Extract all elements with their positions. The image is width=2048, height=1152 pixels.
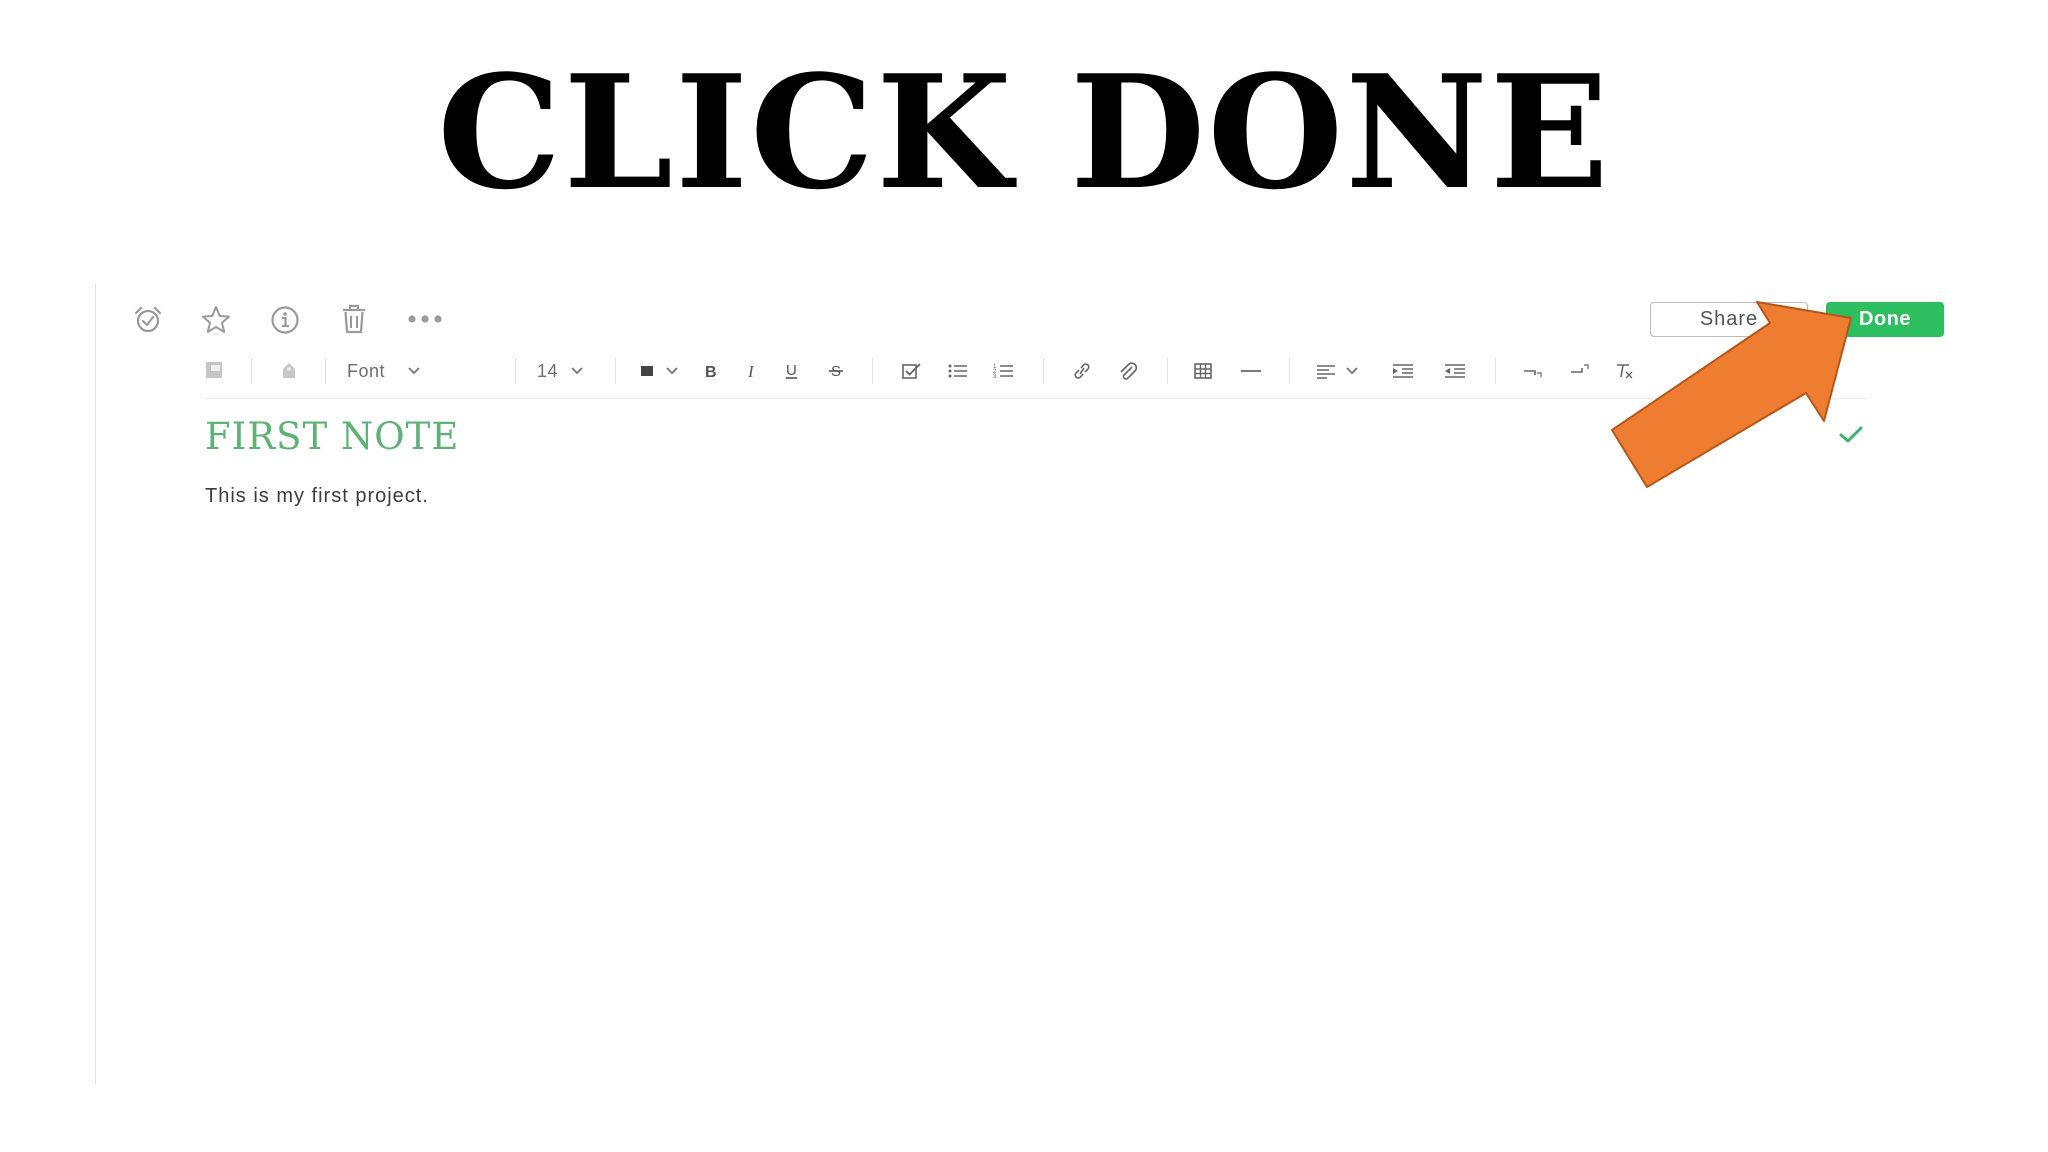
indent-icon[interactable] — [1391, 361, 1415, 381]
star-icon[interactable] — [200, 304, 232, 336]
toolbar-separator — [1043, 358, 1044, 384]
attachment-icon[interactable] — [1117, 361, 1139, 381]
outdent-icon[interactable] — [1443, 361, 1467, 381]
slide-headline: CLICK DONE — [437, 41, 1611, 224]
chevron-down-icon[interactable] — [407, 365, 421, 377]
trash-icon[interactable] — [339, 303, 369, 335]
table-icon[interactable] — [1193, 361, 1213, 381]
checkbox-icon[interactable] — [901, 361, 923, 381]
strikethrough-icon[interactable]: S — [827, 361, 845, 381]
toolbar-separator — [515, 358, 516, 384]
font-size-dropdown[interactable]: 14 — [537, 358, 558, 384]
more-icon[interactable] — [407, 313, 443, 325]
note-body[interactable]: This is my first project. — [205, 482, 429, 510]
svg-text:I: I — [747, 362, 755, 381]
toolbar-separator — [325, 358, 326, 384]
svg-text:3: 3 — [993, 374, 997, 380]
toolbar-separator — [251, 358, 252, 384]
reminder-icon[interactable] — [132, 305, 164, 335]
font-family-dropdown[interactable]: Font — [347, 358, 385, 384]
chevron-down-icon[interactable] — [570, 365, 584, 377]
align-left-icon[interactable] — [1315, 361, 1337, 381]
tag-icon[interactable] — [279, 360, 299, 380]
link-icon[interactable] — [1071, 361, 1093, 381]
notebook-icon[interactable] — [204, 360, 224, 380]
note-title[interactable]: FIRST NOTE — [205, 412, 459, 462]
info-icon[interactable] — [269, 304, 301, 336]
toolbar-separator — [1495, 358, 1496, 384]
numbered-list-icon[interactable]: 1 2 3 — [993, 361, 1015, 381]
subscript-icon[interactable] — [1521, 361, 1543, 381]
pointer-arrow-icon — [1600, 300, 1860, 500]
toolbar-separator — [872, 358, 873, 384]
chevron-down-icon[interactable] — [1345, 365, 1359, 377]
svg-text:U: U — [786, 362, 797, 379]
italic-icon[interactable]: I — [744, 361, 760, 381]
text-color-icon[interactable] — [639, 364, 655, 378]
svg-text:B: B — [705, 364, 717, 381]
bulleted-list-icon[interactable] — [947, 361, 969, 381]
editor-left-border — [95, 284, 96, 1084]
toolbar-separator — [1167, 358, 1168, 384]
tutorial-slide: CLICK DONE Share Done Font 14 B I U 1 2 … — [0, 0, 2048, 1152]
toolbar-separator — [615, 358, 616, 384]
toolbar-separator — [1289, 358, 1290, 384]
chevron-down-icon[interactable] — [665, 365, 679, 377]
bold-icon[interactable]: B — [702, 361, 720, 381]
superscript-icon[interactable] — [1568, 361, 1590, 381]
horizontal-rule-icon[interactable] — [1240, 361, 1262, 381]
underline-icon[interactable]: U — [783, 361, 801, 381]
